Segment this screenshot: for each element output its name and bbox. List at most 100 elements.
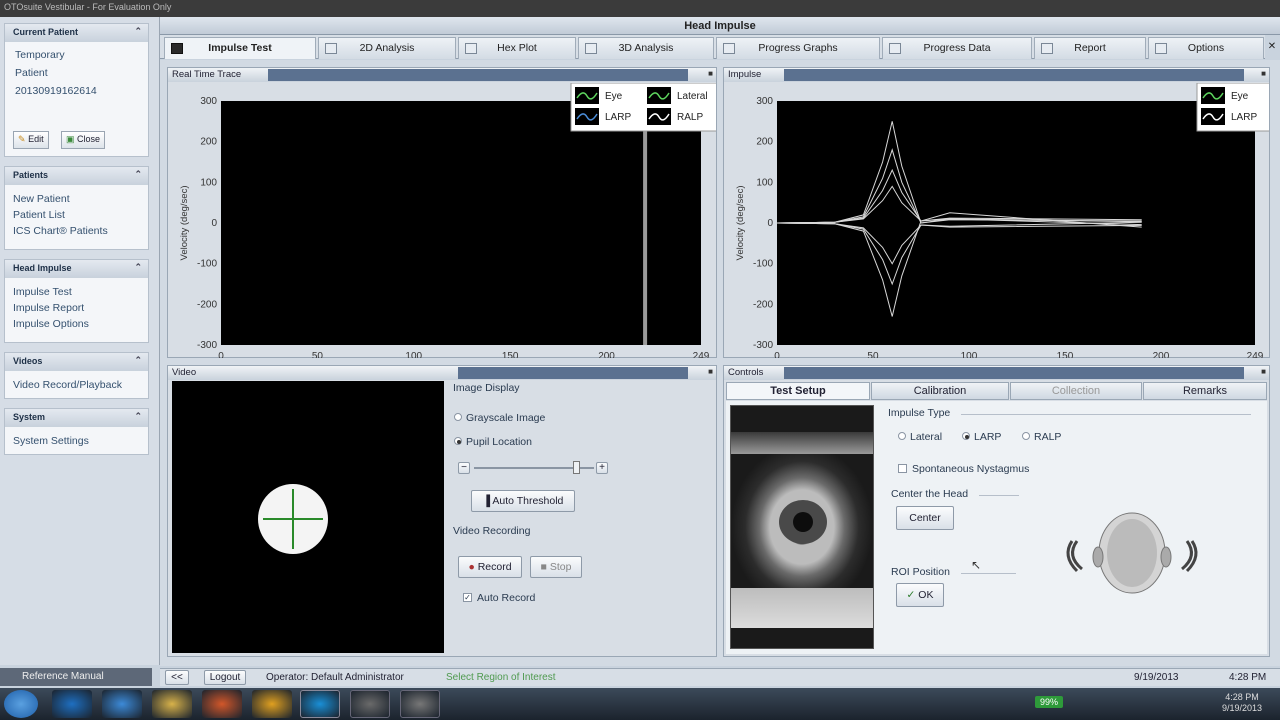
auto-threshold-button[interactable]: ▐ Auto Threshold bbox=[471, 490, 575, 512]
chevron-up-icon[interactable]: ⌃ bbox=[134, 411, 142, 422]
stop-button[interactable]: ■ Stop bbox=[530, 556, 582, 578]
tab-remarks[interactable]: Remarks bbox=[1143, 382, 1267, 400]
impulse-type-larp[interactable]: LARP bbox=[962, 431, 1001, 443]
tab-test-setup[interactable]: Test Setup bbox=[726, 382, 870, 400]
internet-explorer-icon[interactable] bbox=[52, 690, 92, 718]
x-tick-label: 150 bbox=[502, 351, 519, 358]
close-module-button[interactable]: ✕ bbox=[1265, 36, 1279, 58]
chevron-up-icon[interactable]: ⌃ bbox=[134, 26, 142, 37]
system-panel: System ⌃ System Settings bbox=[4, 408, 149, 455]
tab-progress-graphs[interactable]: Progress Graphs bbox=[716, 37, 880, 59]
sidebar-item-ics-chart-patients[interactable]: ICS Chart® Patients bbox=[5, 223, 148, 239]
sidebar-item-video-record-playback[interactable]: Video Record/Playback bbox=[5, 377, 148, 393]
x-tick-label: 249 bbox=[693, 351, 710, 358]
system-title: System bbox=[13, 412, 46, 422]
system-clock[interactable]: 4:28 PM 9/19/2013 bbox=[1222, 692, 1262, 714]
spontaneous-nystagmus-label: Spontaneous Nystagmus bbox=[912, 463, 1030, 475]
logout-button[interactable]: Logout bbox=[204, 670, 246, 685]
tab-options[interactable]: Options bbox=[1148, 37, 1264, 59]
y-tick-label: 200 bbox=[756, 137, 773, 148]
realtime-trace-header: Real Time Trace ■ bbox=[168, 68, 716, 82]
lateral-radio[interactable] bbox=[898, 432, 906, 441]
chevron-up-icon[interactable]: ⌃ bbox=[134, 355, 142, 366]
tool-app-icon[interactable] bbox=[400, 690, 440, 718]
chrome-icon[interactable] bbox=[202, 690, 242, 718]
patients-title: Patients bbox=[13, 170, 49, 180]
chevron-up-icon[interactable]: ⌃ bbox=[134, 169, 142, 180]
current-patient-header[interactable]: Current Patient ⌃ bbox=[5, 24, 148, 42]
pin-icon[interactable]: ■ bbox=[1261, 69, 1266, 78]
threshold-increase-button[interactable]: + bbox=[596, 462, 608, 474]
sidebar-item-impulse-test[interactable]: Impulse Test bbox=[5, 284, 148, 300]
patients-header[interactable]: Patients ⌃ bbox=[5, 167, 148, 185]
tab-label: Progress Data bbox=[923, 42, 991, 54]
grayscale-radio[interactable] bbox=[454, 413, 462, 422]
grayscale-option[interactable]: Grayscale Image bbox=[454, 412, 545, 424]
y-tick-label: -200 bbox=[197, 299, 217, 310]
tab-label: Report bbox=[1074, 42, 1106, 54]
threshold-slider-thumb[interactable] bbox=[573, 461, 580, 474]
ok-button[interactable]: ✓ OK bbox=[896, 583, 944, 607]
edit-patient-button[interactable]: ✎ Edit bbox=[13, 131, 49, 149]
sidebar-item-impulse-options[interactable]: Impulse Options bbox=[5, 316, 148, 332]
chevron-up-icon[interactable]: ⌃ bbox=[134, 262, 142, 273]
close-patient-button[interactable]: ▣ Close bbox=[61, 131, 106, 149]
legend-label: Lateral bbox=[677, 91, 708, 102]
sidebar-item-system-settings[interactable]: System Settings bbox=[5, 433, 148, 449]
battery-indicator[interactable]: 99% bbox=[1035, 696, 1064, 708]
tab-impulse-test[interactable]: Impulse Test bbox=[164, 37, 316, 59]
file-explorer-icon[interactable] bbox=[102, 690, 142, 718]
ok-label: OK bbox=[918, 589, 934, 601]
auto-record-checkbox[interactable]: ✓ bbox=[463, 592, 472, 602]
ralp-radio[interactable] bbox=[1022, 432, 1030, 441]
tab-label: Progress Graphs bbox=[758, 42, 838, 54]
head-impulse-header[interactable]: Head Impulse ⌃ bbox=[5, 260, 148, 278]
start-button-icon[interactable] bbox=[4, 690, 38, 718]
y-tick-label: 0 bbox=[767, 218, 773, 229]
sidebar-item-new-patient[interactable]: New Patient bbox=[5, 191, 148, 207]
tab-report[interactable]: Report bbox=[1034, 37, 1146, 59]
video-feed[interactable] bbox=[172, 381, 444, 653]
nav-back-button[interactable]: << bbox=[165, 670, 189, 685]
tab-3d-analysis[interactable]: 3D Analysis bbox=[578, 37, 714, 59]
spontaneous-nystagmus-checkbox[interactable] bbox=[898, 463, 907, 473]
videos-header[interactable]: Videos ⌃ bbox=[5, 353, 148, 371]
plot-area bbox=[221, 101, 701, 345]
controls-title: Controls bbox=[728, 367, 764, 378]
system-header[interactable]: System ⌃ bbox=[5, 409, 148, 427]
tab-collection[interactable]: Collection bbox=[1010, 382, 1142, 400]
impulse-title: Impulse bbox=[728, 69, 762, 80]
threshold-decrease-button[interactable]: − bbox=[458, 462, 470, 474]
auto-record-option[interactable]: ✓ Auto Record bbox=[463, 592, 535, 604]
sidebar-item-patient-list[interactable]: Patient List bbox=[5, 207, 148, 223]
tab-hex-plot[interactable]: Hex Plot bbox=[458, 37, 576, 59]
record-icon: ● bbox=[468, 561, 475, 573]
head-model-icon bbox=[1066, 512, 1198, 594]
media-player-icon[interactable] bbox=[152, 690, 192, 718]
center-button[interactable]: Center bbox=[896, 506, 954, 530]
skype-icon[interactable] bbox=[252, 690, 292, 718]
controls-tabs: Test Setup Calibration Collection Remark… bbox=[726, 382, 1267, 400]
pin-icon[interactable]: ■ bbox=[1261, 367, 1266, 376]
sidebar-item-impulse-report[interactable]: Impulse Report bbox=[5, 300, 148, 316]
pupil-location-option[interactable]: Pupil Location bbox=[454, 436, 532, 448]
vestibular-app-icon[interactable] bbox=[350, 690, 390, 718]
impulse-type-lateral[interactable]: Lateral bbox=[898, 431, 942, 443]
lateral-label: Lateral bbox=[910, 431, 943, 443]
larp-radio[interactable] bbox=[962, 432, 970, 441]
ralp-label: RALP bbox=[1034, 431, 1062, 443]
tab-calibration[interactable]: Calibration bbox=[871, 382, 1009, 400]
impulse-type-ralp[interactable]: RALP bbox=[1022, 431, 1061, 443]
pin-icon[interactable]: ■ bbox=[708, 367, 713, 376]
tab-progress-data[interactable]: Progress Data bbox=[882, 37, 1032, 59]
pin-icon[interactable]: ■ bbox=[708, 69, 713, 78]
pupil-location-radio[interactable] bbox=[454, 437, 462, 446]
impulse-test-icon bbox=[171, 43, 183, 54]
record-button[interactable]: ● Record bbox=[458, 556, 522, 578]
otosuite-app-icon[interactable] bbox=[300, 690, 340, 718]
spontaneous-nystagmus-option[interactable]: Spontaneous Nystagmus bbox=[898, 463, 1029, 475]
reference-manual-button[interactable]: Reference Manual bbox=[0, 668, 152, 686]
time-cursor bbox=[643, 101, 648, 345]
clock-time: 4:28 PM bbox=[1225, 692, 1259, 702]
tab-2d-analysis[interactable]: 2D Analysis bbox=[318, 37, 456, 59]
